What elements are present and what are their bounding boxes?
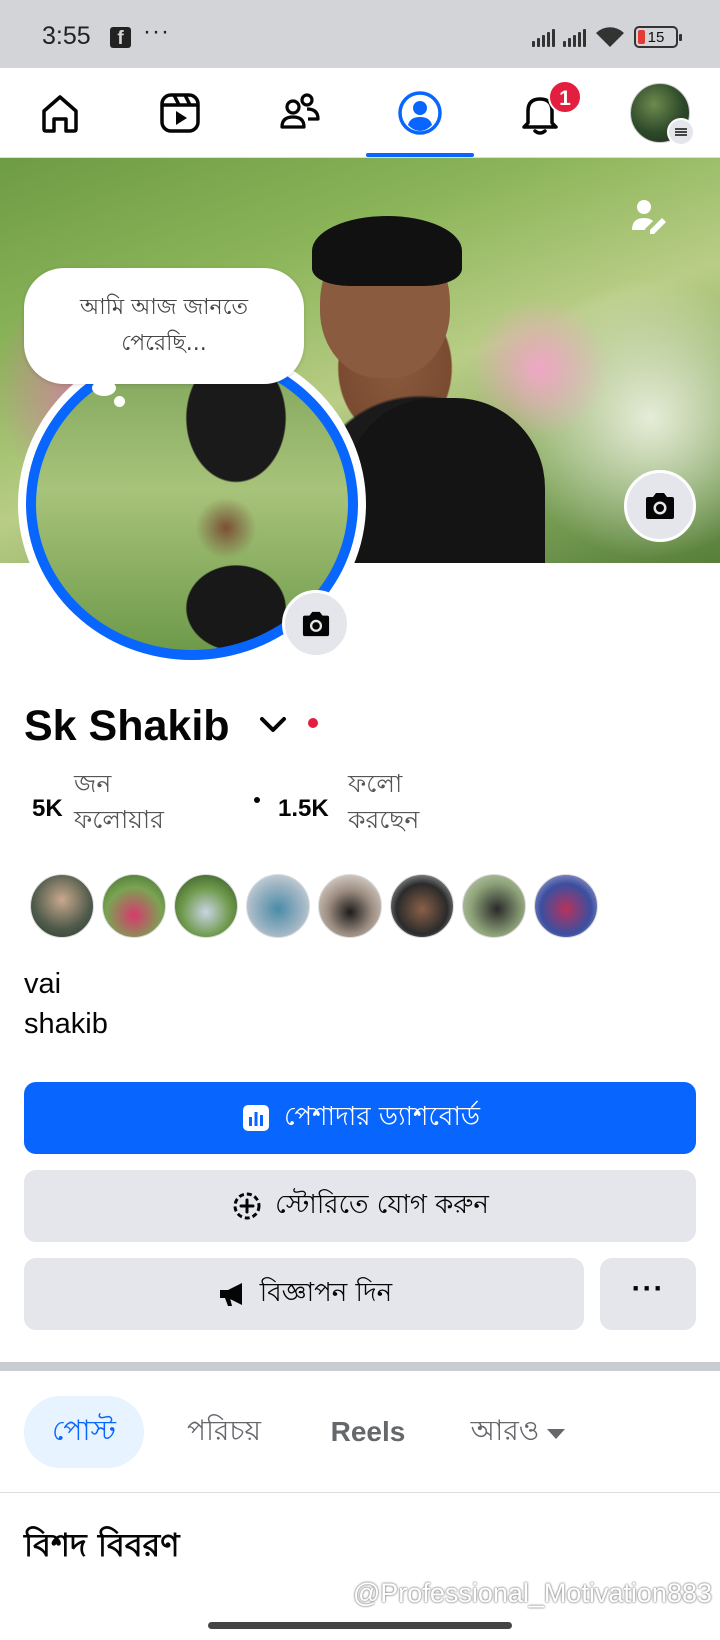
caret-down-icon [547, 1429, 566, 1439]
status-bar: 3:55 f ··· 15 [0, 0, 720, 68]
tab-reels-label: Reels [330, 1416, 406, 1447]
chart-icon [242, 1105, 269, 1131]
tab-posts[interactable]: পোস্ট [24, 1396, 144, 1468]
friend-avatar[interactable] [390, 874, 454, 938]
cover-camera-button[interactable] [624, 470, 696, 542]
friend-avatar[interactable] [246, 874, 310, 938]
friend-avatar[interactable] [462, 874, 526, 938]
friends-icon [280, 93, 320, 129]
friend-avatar[interactable] [30, 874, 94, 938]
status-indicators: 15 [532, 24, 682, 50]
note-tail [92, 380, 116, 396]
megaphone-icon [219, 1283, 242, 1306]
tab-reels[interactable]: Reels [312, 1396, 424, 1468]
profile-name: Sk Shakib [24, 702, 230, 750]
home-icon [42, 95, 78, 133]
following-label[interactable]: ফলো করছেন [348, 766, 448, 838]
tab-about-label: পরিচয় [186, 1413, 262, 1447]
bio: vai shakib [24, 964, 108, 1044]
ads-button[interactable]: বিজ্ঞাপন দিন [24, 1258, 584, 1330]
tab-more-label: আরও [470, 1413, 540, 1447]
profile-note[interactable]: আমি আজ জানতে পেরেছি... [24, 268, 304, 384]
followers-label[interactable]: জন ফলোয়ার [74, 766, 204, 838]
camera-icon [646, 493, 674, 519]
signal-icon [532, 27, 555, 47]
dashboard-label: পেশাদার ড্যাশবোর্ড [283, 1102, 481, 1132]
reels-icon [160, 93, 200, 133]
notification-badge: 1 [548, 80, 582, 114]
nav-home[interactable] [6, 68, 114, 158]
more-icon: ··· [631, 1272, 665, 1305]
cover-shirt [345, 398, 545, 563]
tab-about[interactable]: পরিচয় [168, 1396, 280, 1468]
friends-preview [30, 874, 598, 938]
friend-avatar[interactable] [102, 874, 166, 938]
note-tail-dot [114, 396, 125, 407]
tabs-divider [0, 1492, 720, 1493]
nav-reels[interactable] [126, 68, 234, 158]
camera-icon [302, 611, 330, 637]
battery-icon: 15 [634, 26, 682, 48]
avatar-camera-button[interactable] [282, 590, 350, 658]
section-divider [0, 1362, 720, 1371]
add-story-label: স্টোরিতে যোগ করুন [275, 1190, 489, 1220]
wifi-icon [596, 27, 624, 47]
status-more: ··· [143, 18, 170, 45]
active-tab-indicator [366, 153, 474, 157]
facebook-notification-icon: f [110, 27, 131, 49]
friend-avatar[interactable] [174, 874, 238, 938]
tab-more[interactable]: আরও [452, 1396, 584, 1468]
ads-label: বিজ্ঞাপন দিন [259, 1278, 393, 1308]
add-to-story-button[interactable]: স্টোরিতে যোগ করুন [24, 1170, 696, 1242]
friend-avatar[interactable] [534, 874, 598, 938]
professional-dashboard-button[interactable]: পেশাদার ড্যাশবোর্ড [24, 1082, 696, 1154]
battery-level: 15 [647, 29, 665, 46]
status-time: 3:55 [42, 22, 91, 50]
following-count[interactable]: 1.5K [278, 795, 329, 823]
gesture-bar[interactable] [208, 1622, 512, 1629]
note-text: আমি আজ জানতে পেরেছি... [79, 295, 249, 356]
stat-separator [254, 797, 260, 803]
chevron-down-icon[interactable] [258, 712, 288, 738]
menu-icon [667, 118, 695, 146]
signal-icon-2 [563, 27, 586, 47]
tab-posts-label: পোস্ট [52, 1413, 116, 1447]
friend-avatar[interactable] [318, 874, 382, 938]
edit-profile-icon[interactable] [628, 196, 668, 236]
bio-line: vai [24, 968, 62, 1000]
watermark: @Professional_Motivation883 [352, 1578, 712, 1608]
menu-avatar [630, 83, 695, 146]
followers-count[interactable]: 5K [32, 795, 63, 823]
nav-menu[interactable] [606, 68, 714, 158]
cover-hair [312, 216, 462, 286]
online-dot [308, 718, 318, 728]
nav-profile[interactable] [366, 68, 474, 158]
nav-friends[interactable] [246, 68, 354, 158]
more-options-button[interactable]: ··· [600, 1258, 696, 1330]
bio-line: shakib [24, 1008, 108, 1040]
top-nav: 1 [0, 68, 720, 158]
profile-icon [398, 91, 442, 135]
add-story-icon [233, 1192, 261, 1220]
nav-notifications[interactable]: 1 [486, 68, 594, 158]
details-heading: বিশদ বিবরণ [24, 1526, 180, 1564]
